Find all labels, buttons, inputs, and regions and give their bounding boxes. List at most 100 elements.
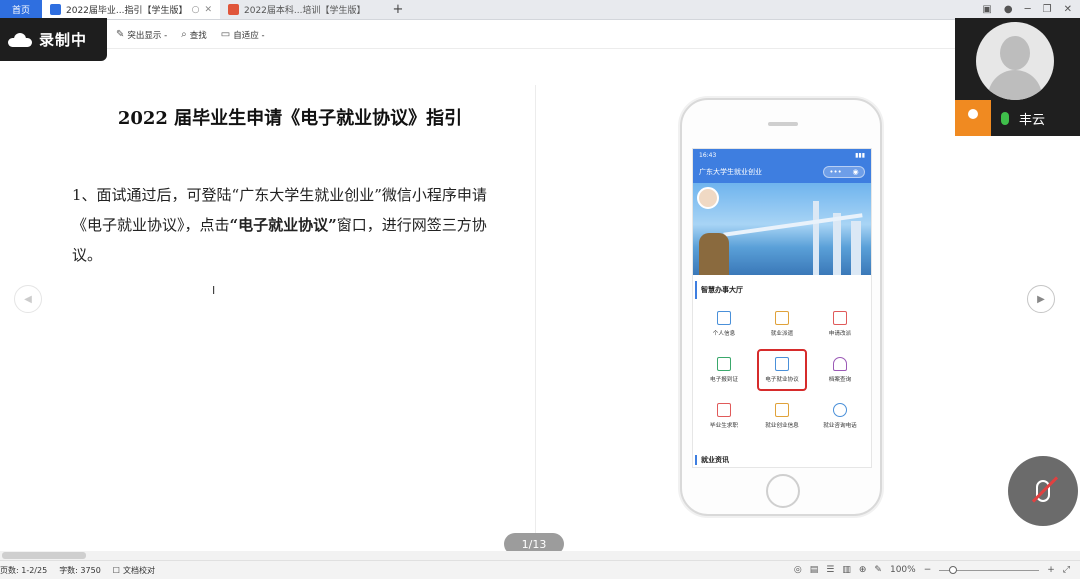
miniapp-capsule: ••• ◉ <box>823 166 865 178</box>
search-icon: ⌕ <box>181 29 187 40</box>
fullscreen-icon[interactable]: ⤢ <box>1063 565 1070 575</box>
tab-close-icon[interactable]: ✕ <box>204 5 212 15</box>
grid-item-label: 就业创业信息 <box>765 423 799 429</box>
find-button[interactable]: ⌕ 查找 <box>181 29 207 41</box>
grid-item-personal-info[interactable]: 个人信息 <box>695 301 753 347</box>
outline-view-icon[interactable]: ☰ <box>826 565 834 575</box>
proofread-label: 文档校对 <box>122 565 155 575</box>
horizontal-scrollbar[interactable] <box>0 551 1080 560</box>
more-icon: ••• <box>829 168 842 176</box>
zoom-out-icon[interactable]: − <box>924 565 932 575</box>
page-count: 页数: 1-2/25 <box>0 565 48 575</box>
zoom-knob[interactable] <box>949 565 958 574</box>
page-view-icon[interactable]: ▤ <box>810 565 819 575</box>
avatar-icon[interactable]: ● <box>1004 4 1013 15</box>
close-window-icon[interactable]: ✕ <box>1064 4 1072 15</box>
next-page-button[interactable]: ▶ <box>1027 285 1055 313</box>
phone-speaker <box>768 122 798 126</box>
layout-icon[interactable]: ▣ <box>982 4 991 15</box>
writer-logo-icon <box>50 4 61 15</box>
read-view-icon[interactable]: ▥ <box>842 565 851 575</box>
fit-page-icon: ▭ <box>220 29 231 40</box>
grid-item-job-info[interactable]: 就业创业信息 <box>753 393 811 439</box>
grid-item-job-seeking[interactable]: 毕业生求职 <box>695 393 753 439</box>
person-icon <box>955 100 991 136</box>
highlight-label: 突出显示 - <box>127 30 168 41</box>
word-count[interactable]: 字数: 3750 <box>59 565 101 576</box>
zoom-level[interactable]: 100% <box>890 565 916 575</box>
add-tab-button[interactable]: + <box>388 0 408 19</box>
mute-microphone-button[interactable] <box>1008 456 1078 526</box>
phone-icon <box>833 403 847 417</box>
minimize-icon[interactable]: ─ <box>1025 4 1031 15</box>
highlight-button[interactable]: ✎ 突出显示 - <box>116 29 167 41</box>
toolbar: ✎ 突出显示 - ⌕ 查找 ▭ 自适应 - <box>0 21 1080 49</box>
document-paragraph: 1、面试通过后，可登陆“广东大学生就业创业”微信小程序申请《电子就业协议》，点击… <box>72 180 512 270</box>
grid-item-label: 电子就业协议 <box>765 377 799 383</box>
grid-item-e-agreement[interactable]: 电子就业协议 <box>757 349 807 391</box>
grid-item-label: 就业派遣 <box>770 331 794 337</box>
view-controls: ◎ ▤ ☰ ▥ ⊕ ✎ 100% − + ⤢ <box>794 565 1080 575</box>
grid-item-dispatch[interactable]: 就业派遣 <box>753 301 811 347</box>
service-grid: 个人信息 就业派遣 申请改派 电子报到证 电子就业协议 档案查询 毕业生求职 就… <box>693 301 871 439</box>
pen-mode-icon[interactable]: ✎ <box>874 565 882 575</box>
banner-image <box>693 183 871 275</box>
grid-item-label: 毕业生求职 <box>710 423 738 429</box>
find-label: 查找 <box>189 30 207 41</box>
briefcase-icon <box>775 403 789 417</box>
tab-inactive-document[interactable]: 2022届本科...培训【学生版】 <box>220 0 388 19</box>
video-tile-bar: 丰云 <box>955 100 1080 136</box>
statue-shape <box>699 233 729 275</box>
chevron-left-icon: ◀ <box>24 293 32 305</box>
phone-screen: 16:43 ▮▮▮ 广东大学生就业创业 ••• ◉ 智慧办事大厅 个人信息 就业派… <box>692 148 872 468</box>
fit-page-button[interactable]: ▭ 自适应 - <box>221 29 265 41</box>
miniapp-title: 广东大学生就业创业 <box>699 168 762 176</box>
web-view-icon[interactable]: ⊕ <box>859 565 867 575</box>
participant-name: 丰云 <box>1019 112 1046 128</box>
chevron-right-icon: ▶ <box>1037 293 1045 305</box>
proofread-button[interactable]: ☐ 文档校对 <box>113 565 155 576</box>
miniapp-header: 广东大学生就业创业 ••• ◉ <box>693 161 871 183</box>
certificate-icon <box>717 357 731 371</box>
fit-page-label: 自适应 - <box>233 30 265 41</box>
zoom-slider[interactable] <box>939 565 1040 574</box>
tab-active-document[interactable]: 2022届毕业...指引【学生版】 ○ ✕ <box>42 0 220 19</box>
close-circle-icon: ◉ <box>852 168 859 176</box>
video-tile[interactable]: 丰云 <box>955 18 1080 136</box>
checkbox-icon: ☐ <box>112 565 120 575</box>
section-title: 智慧办事大厅 <box>695 281 871 299</box>
grid-item-label: 就业咨询电话 <box>823 423 857 429</box>
battery-icon: ▮▮▮ <box>855 151 865 159</box>
grid-item-label: 电子报到证 <box>710 377 738 383</box>
scrollbar-thumb[interactable] <box>2 552 86 559</box>
grid-item-redispatch[interactable]: 申请改派 <box>811 301 869 347</box>
zoom-in-icon[interactable]: + <box>1047 565 1055 575</box>
recording-badge[interactable]: 录制中 <box>0 18 107 61</box>
document-icon <box>775 311 789 325</box>
graduation-cap-icon <box>717 403 731 417</box>
mic-icon <box>991 100 1019 136</box>
tab-label: 2022届毕业...指引【学生版】 <box>66 6 187 16</box>
phone-status-bar: 16:43 ▮▮▮ <box>693 149 871 161</box>
window-controls: ▣ ● ─ ❐ ✕ <box>982 0 1080 19</box>
page-divider <box>535 85 536 545</box>
phone-mockup: 16:43 ▮▮▮ 广东大学生就业创业 ••• ◉ 智慧办事大厅 个人信息 就业派… <box>680 98 882 516</box>
grid-item-hotline[interactable]: 就业咨询电话 <box>811 393 869 439</box>
restore-icon[interactable]: ❐ <box>1043 4 1052 15</box>
previous-page-button[interactable]: ◀ <box>14 285 42 313</box>
tab-pin-icon[interactable]: ○ <box>192 5 200 15</box>
grid-item-label: 个人信息 <box>712 331 736 337</box>
tab-bar: 首页 2022届毕业...指引【学生版】 ○ ✕ 2022届本科...培训【学生… <box>0 0 1080 20</box>
grid-item-label: 档案查询 <box>828 377 852 383</box>
tab-home[interactable]: 首页 <box>0 0 42 19</box>
text-cursor-icon: I <box>212 284 216 297</box>
screen-root: 首页 2022届毕业...指引【学生版】 ○ ✕ 2022届本科...培训【学生… <box>0 0 1080 579</box>
edit-doc-icon <box>833 311 847 325</box>
document-title: 2022 届毕业生申请《电子就业协议》指引 <box>117 108 463 129</box>
grid-item-label: 申请改派 <box>828 331 852 337</box>
grid-item-e-report[interactable]: 电子报到证 <box>695 347 753 393</box>
phone-time: 16:43 <box>699 151 717 159</box>
eye-icon[interactable]: ◎ <box>794 565 802 575</box>
grid-item-archive[interactable]: 档案查询 <box>811 347 869 393</box>
phone-home-button <box>766 474 800 508</box>
